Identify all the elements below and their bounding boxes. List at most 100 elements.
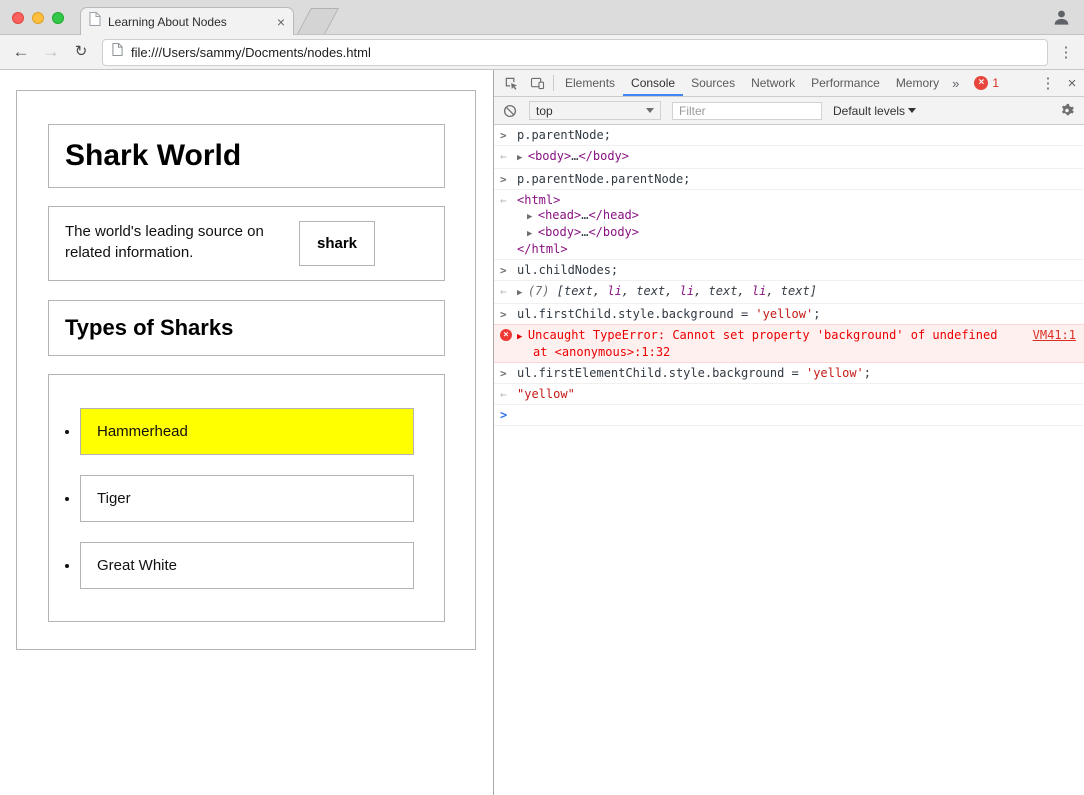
expand-icon[interactable]: ▶ [527,229,538,239]
filter-input[interactable] [672,101,822,120]
source-link[interactable]: VM41:1 [1023,328,1076,343]
console-input[interactable]: > ul.firstChild.style.background = 'yello… [494,304,1084,325]
error-count-badge[interactable]: × 1 [974,76,999,90]
console-text: p.parentNode.parentNode; [517,172,691,186]
result-arrow-icon: ← [500,285,507,298]
list-item-great-white: Great White [80,542,414,589]
console-text: ul.firstChild.style.background = [517,307,756,321]
tab-performance[interactable]: Performance [803,70,888,96]
console-text: li [751,284,767,298]
console-input[interactable]: > ul.childNodes; [494,260,1084,281]
rendered-page: Shark World The world's leading source o… [0,70,494,795]
divider [553,75,554,91]
console-text: (7) [527,284,557,298]
console-result[interactable]: ← "yellow" [494,384,1084,405]
console-text: <body> [537,225,582,239]
console-text: Uncaught TypeError: Cannot set property … [527,328,998,342]
execution-context-selector[interactable]: top [529,101,661,120]
error-count-number: 1 [992,76,1000,90]
page-container: Shark World The world's leading source o… [16,90,476,650]
browser-menu-icon[interactable]: ⋮ [1056,43,1076,61]
context-label: top [536,103,553,118]
back-button[interactable]: ← [8,39,34,65]
forward-button[interactable]: → [38,39,64,65]
tab-memory[interactable]: Memory [888,70,947,96]
error-icon: × [500,329,512,341]
console-log: > p.parentNode; ← ▶ <body>…</body> > p.parent… [494,125,1084,795]
devtools-panel: Elements Console Sources Network Perform… [494,70,1084,795]
console-result[interactable]: ← ▶ <body>…</body> [494,146,1084,169]
devtools-menu-icon[interactable]: ⋮ [1036,74,1060,92]
input-chevron-icon: > [500,367,507,380]
expand-icon[interactable]: ▶ [517,288,528,298]
shark-list-container: Hammerhead Tiger Great White [48,374,445,622]
device-toolbar-icon[interactable] [524,70,550,96]
console-text: 'yellow' [755,307,814,321]
tab-close-icon[interactable]: × [277,15,285,29]
input-chevron-icon: > [500,129,507,142]
log-levels-dropdown[interactable]: Default levels [833,104,917,118]
console-text: </html> [517,242,568,256]
console-input[interactable]: > ul.firstElementChild.style.background =… [494,363,1084,384]
new-tab-button[interactable] [297,8,339,34]
window-controls [12,12,64,24]
minimize-window-button[interactable] [32,12,44,24]
chevron-down-icon [908,108,917,113]
console-text: , [592,284,608,298]
tab-title: Learning About Nodes [108,14,227,29]
console-text: </body> [588,225,640,239]
expand-icon[interactable]: ▶ [527,212,538,222]
clear-console-icon[interactable] [503,103,518,118]
expand-icon[interactable]: ▶ [517,153,528,163]
tab-strip: Learning About Nodes × [0,0,1084,35]
close-window-button[interactable] [12,12,24,24]
console-input[interactable]: > p.parentNode.parentNode; [494,169,1084,190]
url-text: file:///Users/sammy/Docments/nodes.html [131,44,371,60]
console-text: ; [863,366,872,380]
tab-elements[interactable]: Elements [557,70,623,96]
page-paragraph: The world's leading source on related in… [48,206,445,281]
console-text: li [679,284,695,298]
inspect-element-icon[interactable] [498,70,524,96]
address-bar[interactable]: file:///Users/sammy/Docments/nodes.html [102,38,1048,66]
list-item-tiger: Tiger [80,475,414,522]
console-text: ul.firstElementChild.style.background = [517,366,806,380]
result-arrow-icon: ← [500,150,507,163]
browser-tab[interactable]: Learning About Nodes × [80,7,294,35]
profile-icon[interactable] [1052,8,1071,27]
result-arrow-icon: ← [500,194,507,207]
console-text: , [694,284,709,298]
console-text: text [780,284,810,298]
tab-network[interactable]: Network [743,70,803,96]
strong-shark-label: shark [299,221,376,266]
console-text: "yellow" [517,387,575,401]
devtools-close-icon[interactable]: × [1060,75,1084,92]
console-text: ] [809,284,817,298]
tab-console[interactable]: Console [623,70,683,96]
console-input[interactable]: > p.parentNode; [494,125,1084,146]
chevron-down-icon [646,108,654,113]
expand-icon[interactable]: ▶ [517,332,528,342]
devtools-tabbar: Elements Console Sources Network Perform… [494,70,1084,97]
error-badge-icon: × [974,76,989,90]
more-tabs-icon[interactable]: » [947,76,964,91]
browser-toolbar: ← → ↻ file:///Users/sammy/Docments/nodes… [0,35,1084,70]
result-arrow-icon: ← [500,388,507,401]
settings-gear-icon[interactable] [1059,103,1075,119]
console-text: text [708,284,738,298]
reload-button[interactable]: ↻ [68,39,94,65]
console-result[interactable]: ← ▶ (7) [text, li, text, li, text, li, te… [494,281,1084,304]
console-text: ; [813,307,821,321]
console-prompt[interactable]: > [494,405,1084,426]
page-heading2: Types of Sharks [48,300,445,356]
console-text: 'yellow' [805,366,864,380]
console-error[interactable]: × ▶ Uncaught TypeError: Cannot set proper… [494,324,1084,363]
console-text: [ [556,284,564,298]
zoom-window-button[interactable] [52,12,64,24]
tab-sources[interactable]: Sources [683,70,743,96]
console-text: at <anonymous>:1:32 [533,345,671,359]
console-text: , [766,284,781,298]
console-result[interactable]: ← <html> ▶ <head>…</head> ▶ <body>…</body> <… [494,190,1084,260]
console-text: text [636,284,666,298]
list-item-hammerhead: Hammerhead [80,408,414,455]
